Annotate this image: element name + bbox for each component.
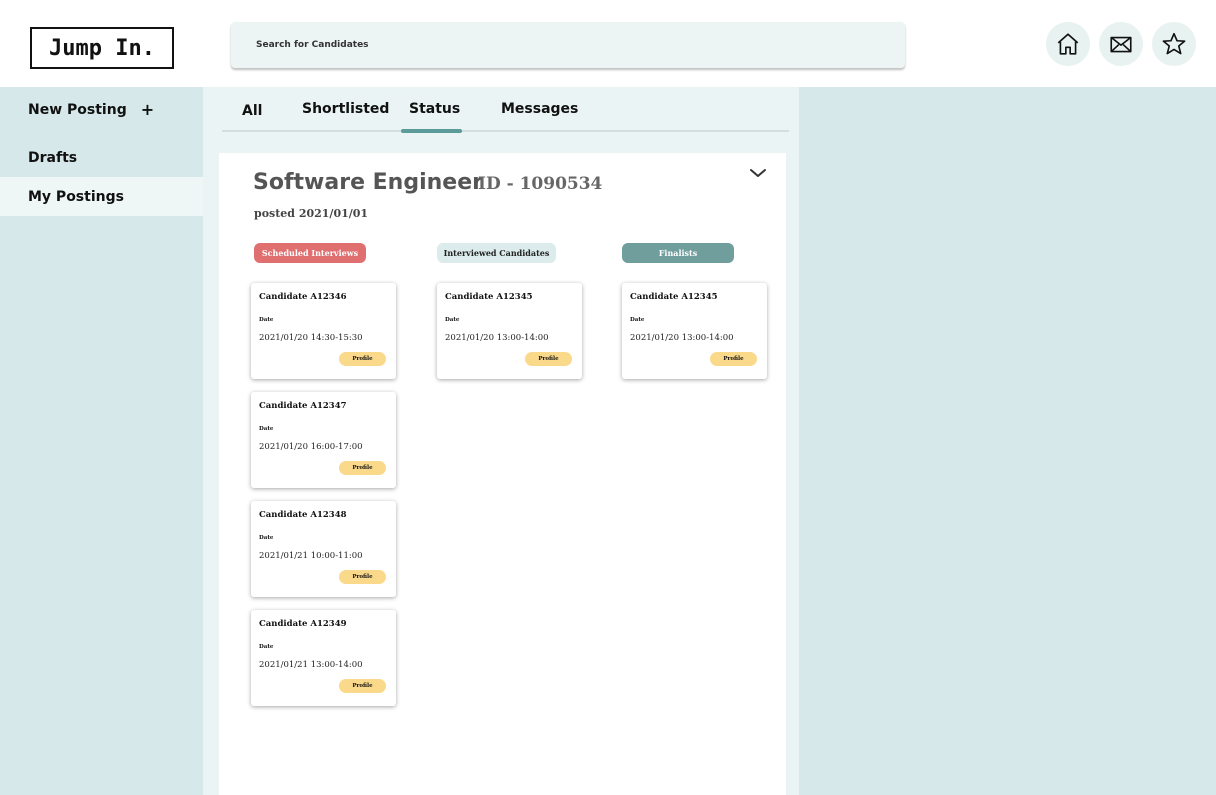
candidate-card[interactable]: Candidate A12349 Date 2021/01/21 13:00-1… xyxy=(251,610,396,706)
posting-title: Software Engineer xyxy=(253,170,483,195)
profile-button[interactable]: Profile xyxy=(339,679,386,693)
plus-icon: + xyxy=(140,100,155,119)
candidate-name: Candidate A12345 xyxy=(630,292,718,302)
mail-icon xyxy=(1110,36,1132,53)
candidate-name: Candidate A12345 xyxy=(445,292,533,302)
tab-shortlisted[interactable]: Shortlisted xyxy=(302,101,389,117)
mail-button[interactable] xyxy=(1099,22,1143,66)
candidate-card[interactable]: Candidate A12347 Date 2021/01/20 16:00-1… xyxy=(251,392,396,488)
tab-messages[interactable]: Messages xyxy=(501,101,578,117)
sidebar-item-label: My Postings xyxy=(28,188,124,205)
active-tab-indicator xyxy=(401,129,462,133)
tab-all[interactable]: All xyxy=(242,103,262,119)
candidate-card[interactable]: Candidate A12345 Date 2021/01/20 13:00-1… xyxy=(622,283,767,379)
candidate-card[interactable]: Candidate A12346 Date 2021/01/20 14:30-1… xyxy=(251,283,396,379)
chevron-down-icon[interactable] xyxy=(748,166,768,180)
home-button[interactable] xyxy=(1046,22,1090,66)
interview-date: 2021/01/20 13:00-14:00 xyxy=(445,333,549,343)
column-header-interviewed-candidates[interactable]: Interviewed Candidates xyxy=(437,243,556,263)
date-label: Date xyxy=(259,426,274,432)
candidate-card[interactable]: Candidate A12348 Date 2021/01/21 10:00-1… xyxy=(251,501,396,597)
profile-button[interactable]: Profile xyxy=(339,352,386,366)
profile-button[interactable]: Profile xyxy=(339,461,386,475)
date-label: Date xyxy=(259,644,274,650)
date-label: Date xyxy=(630,317,645,323)
posting-id: ID - 1090534 xyxy=(478,174,603,194)
date-label: Date xyxy=(259,317,274,323)
candidate-name: Candidate A12346 xyxy=(259,292,347,302)
interview-date: 2021/01/20 16:00-17:00 xyxy=(259,442,363,452)
candidate-name: Candidate A12347 xyxy=(259,401,347,411)
star-icon xyxy=(1162,32,1186,55)
candidate-name: Candidate A12349 xyxy=(259,619,347,629)
candidate-name: Candidate A12348 xyxy=(259,510,347,520)
sidebar-item-my-postings[interactable]: My Postings xyxy=(0,177,203,216)
home-icon xyxy=(1057,33,1079,55)
interview-date: 2021/01/20 13:00-14:00 xyxy=(630,333,734,343)
sidebar-item-label: Drafts xyxy=(28,149,78,166)
profile-button[interactable]: Profile xyxy=(710,352,757,366)
candidate-card[interactable]: Candidate A12345 Date 2021/01/20 13:00-1… xyxy=(437,283,582,379)
column-header-finalists[interactable]: Finalists xyxy=(622,243,734,263)
interview-date: 2021/01/20 14:30-15:30 xyxy=(259,333,363,343)
logo[interactable]: Jump In. xyxy=(30,27,174,69)
posted-date: posted 2021/01/01 xyxy=(254,207,369,220)
column-header-scheduled-interviews[interactable]: Scheduled Interviews xyxy=(254,243,366,263)
tab-divider xyxy=(222,130,789,132)
date-label: Date xyxy=(445,317,460,323)
sidebar-item-label: New Posting xyxy=(28,101,127,118)
profile-button[interactable]: Profile xyxy=(525,352,572,366)
search-input[interactable]: Search for Candidates xyxy=(231,22,905,68)
tab-status[interactable]: Status xyxy=(409,101,460,117)
interview-date: 2021/01/21 10:00-11:00 xyxy=(259,551,363,561)
sidebar-item-new-posting[interactable]: New Posting + xyxy=(0,90,203,129)
favorites-button[interactable] xyxy=(1152,22,1196,66)
date-label: Date xyxy=(259,535,274,541)
profile-button[interactable]: Profile xyxy=(339,570,386,584)
sidebar-item-drafts[interactable]: Drafts xyxy=(0,138,203,177)
interview-date: 2021/01/21 13:00-14:00 xyxy=(259,660,363,670)
detail-pane xyxy=(799,87,1216,795)
